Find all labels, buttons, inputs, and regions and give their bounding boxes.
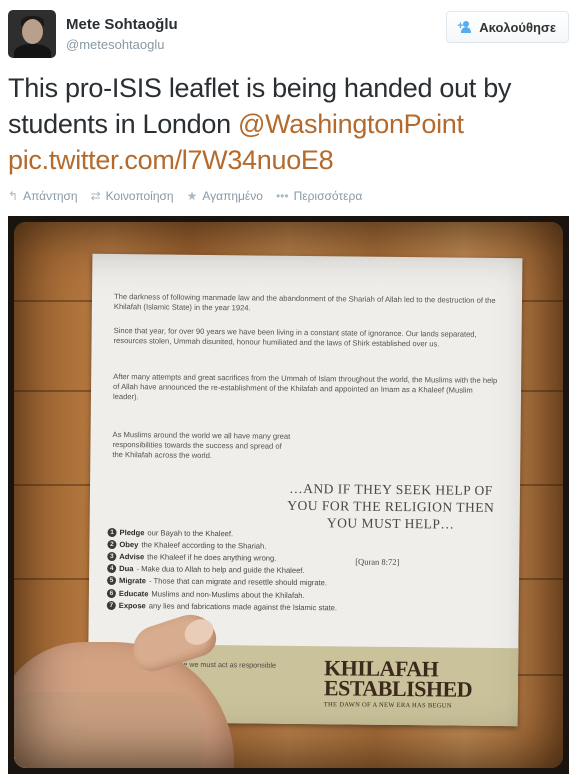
more-label: Περισσότερα — [293, 189, 363, 203]
reply-action[interactable]: ↰ Απάντηση — [8, 189, 78, 203]
more-dots-icon: ••• — [275, 189, 289, 203]
avatar-shirt — [14, 44, 51, 58]
avatar[interactable] — [8, 10, 56, 58]
mention-link[interactable]: @WashingtonPoint — [238, 109, 464, 139]
author-name[interactable]: Mete Sohtaoğlu — [66, 16, 178, 34]
star-icon: ★ — [186, 189, 198, 203]
tweet-photo[interactable]: The darkness of following manmade law an… — [8, 216, 569, 774]
follow-user-icon: + — [457, 21, 473, 33]
retweet-label: Κοινοποίηση — [105, 189, 174, 203]
retweet-icon: ⇄ — [90, 189, 101, 203]
reply-icon: ↰ — [8, 189, 19, 203]
avatar-face — [22, 19, 43, 44]
author-block[interactable]: Mete Sohtaoğlu @metesohtaoglu — [66, 16, 178, 54]
favorite-label: Αγαπημένο — [202, 189, 263, 203]
reply-label: Απάντηση — [23, 189, 78, 203]
more-action[interactable]: ••• Περισσότερα — [276, 189, 362, 203]
author-handle[interactable]: @metesohtaoglu — [66, 36, 178, 54]
tweet-actions: ↰ Απάντηση ⇄ Κοινοποίηση ★ Αγαπημένο •••… — [8, 187, 375, 205]
retweet-action[interactable]: ⇄ Κοινοποίηση — [91, 189, 174, 203]
favorite-action[interactable]: ★ Αγαπημένο — [187, 189, 263, 203]
media-link[interactable]: pic.twitter.com/l7W34nuoE8 — [8, 145, 334, 175]
tweet-header: Mete Sohtaoğlu @metesohtaoglu + Ακολούθη… — [8, 10, 569, 58]
tweet-text: This pro-ISIS leaflet is being handed ou… — [8, 70, 569, 178]
photo-frame: The darkness of following manmade law an… — [14, 222, 563, 768]
photo-vignette — [14, 222, 563, 768]
follow-button[interactable]: + Ακολούθησε — [446, 11, 569, 43]
follow-button-label: Ακολούθησε — [479, 19, 556, 35]
